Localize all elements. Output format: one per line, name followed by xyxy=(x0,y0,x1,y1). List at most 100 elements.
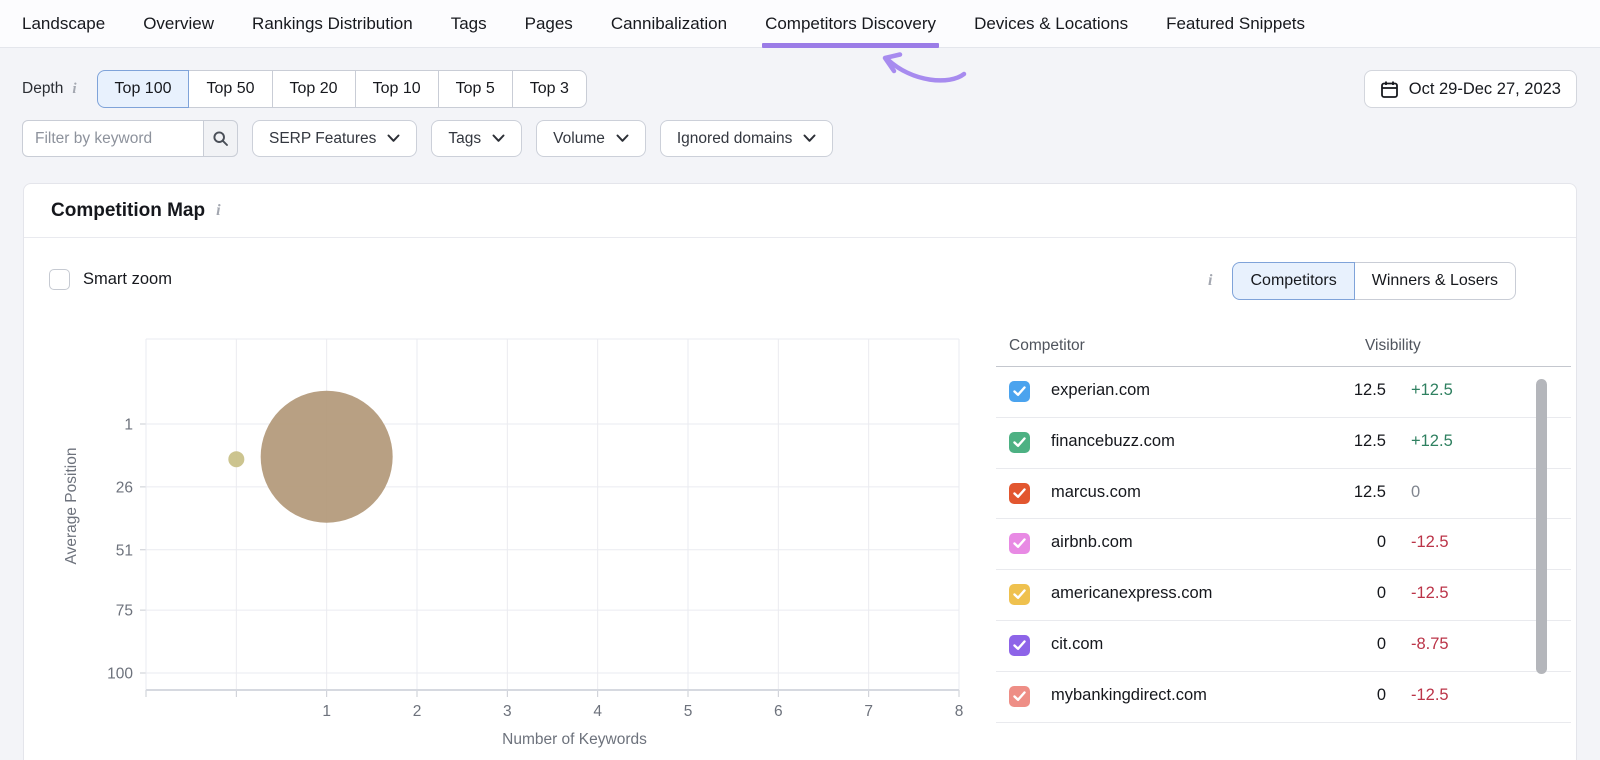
card-title: Competition Map xyxy=(51,199,206,221)
competitor-checkbox[interactable] xyxy=(1009,533,1030,555)
nav-tab-competitors-discovery[interactable]: Competitors Discovery xyxy=(762,0,940,48)
nav-tab-label: Competitors Discovery xyxy=(765,13,937,33)
x-tick-label: 4 xyxy=(593,703,602,720)
competitor-row: mybankingdirect.com 0 -12.5 xyxy=(996,672,1571,723)
chevron-down-icon xyxy=(387,134,400,142)
smart-zoom-control: Smart zoom xyxy=(49,269,172,290)
competitor-visibility-diff: -12.5 xyxy=(1411,533,1449,552)
checkmark-icon xyxy=(1013,589,1026,600)
depth-option-top-100[interactable]: Top 100 xyxy=(96,70,190,108)
competition-map-chart: 1 26 51 75 100 1 2 3 4 5 6 7 8 Number of Keywords Aver… xyxy=(24,336,989,748)
nav-tab-overview[interactable]: Overview xyxy=(143,0,214,48)
competitor-checkbox[interactable] xyxy=(1009,381,1030,402)
competitor-domain: financebuzz.com xyxy=(1051,431,1175,450)
x-axis-title: Number of Keywords xyxy=(502,731,647,748)
competitor-bubble[interactable] xyxy=(260,390,393,523)
nav-tab-featured-snippets[interactable]: Featured Snippets xyxy=(1166,0,1305,48)
view-toggle-competitors[interactable]: Competitors xyxy=(1232,262,1355,300)
competition-map-info-icon[interactable]: i xyxy=(216,202,220,220)
table-scrollbar-thumb[interactable] xyxy=(1536,379,1547,674)
depth-option-top-50[interactable]: Top 50 xyxy=(188,70,273,108)
competitor-visibility-diff: -8.75 xyxy=(1411,634,1449,653)
card-header: Competition Map i xyxy=(24,184,1576,238)
competitor-checkbox[interactable] xyxy=(1009,431,1030,453)
competitor-visibility-value: 12.5 xyxy=(1353,431,1386,450)
competitor-checkbox[interactable] xyxy=(1009,584,1030,606)
y-axis-title: Average Position xyxy=(63,448,80,565)
depth-toolbar: Depth i Top 100 Top 50 Top 20 Top 10 Top 5 To… xyxy=(22,70,1577,108)
date-range-label: Oct 29-Dec 27, 2023 xyxy=(1408,79,1561,98)
y-tick-label: 51 xyxy=(116,542,133,559)
nav-tab-pages[interactable]: Pages xyxy=(525,0,573,48)
y-tick-label: 1 xyxy=(124,417,133,434)
competitor-checkbox[interactable] xyxy=(1009,634,1030,656)
competitor-row: experian.com 12.5 +12.5 xyxy=(996,367,1571,418)
filter-dropdown-volume[interactable]: Volume xyxy=(536,120,646,157)
competitor-row: americanexpress.com 0 -12.5 xyxy=(996,570,1571,621)
filter-dropdown-tags[interactable]: Tags xyxy=(431,120,523,157)
nav-tab-label: Overview xyxy=(143,13,215,33)
filter-dropdown-label: Tags xyxy=(448,129,482,147)
filter-dropdown-serp-features[interactable]: SERP Features xyxy=(252,120,418,157)
y-tick-label: 100 xyxy=(107,666,133,683)
view-toggle-winners-losers[interactable]: Winners & Losers xyxy=(1353,262,1516,300)
competitors-table-header: Competitor Visibility xyxy=(996,329,1571,367)
date-range-button[interactable]: Oct 29-Dec 27, 2023 xyxy=(1363,70,1577,108)
competitor-domain: airbnb.com xyxy=(1051,533,1133,552)
checkmark-icon xyxy=(1013,538,1026,549)
filter-dropdown-label: Ignored domains xyxy=(676,129,793,147)
chevron-down-icon xyxy=(492,134,505,142)
competitor-bubble[interactable] xyxy=(228,451,245,468)
top-nav: Landscape Overview Rankings Distribution Ta… xyxy=(0,0,1600,48)
x-tick-label: 6 xyxy=(774,703,783,720)
nav-tab-label: Tags xyxy=(450,13,487,33)
depth-option-top-5[interactable]: Top 5 xyxy=(437,70,513,108)
competitor-domain: cit.com xyxy=(1051,634,1104,653)
nav-tab-landscape[interactable]: Landscape xyxy=(22,0,105,48)
nav-tab-label: Pages xyxy=(524,13,573,33)
nav-tab-devices-locations[interactable]: Devices & Locations xyxy=(974,0,1128,48)
view-toggle-info-icon[interactable]: i xyxy=(1208,272,1212,290)
keyword-filter-group xyxy=(22,120,238,157)
depth-label: Depth xyxy=(22,80,64,97)
competitor-row: marcus.com 12.5 0 xyxy=(996,469,1571,520)
competitor-row: financebuzz.com 12.5 +12.5 xyxy=(996,418,1571,469)
depth-option-top-20[interactable]: Top 20 xyxy=(271,70,356,108)
x-tick-label: 8 xyxy=(955,703,964,720)
competitor-domain: experian.com xyxy=(1051,381,1151,399)
search-icon xyxy=(213,131,228,146)
depth-info-icon[interactable]: i xyxy=(72,81,76,98)
x-tick-label: 3 xyxy=(503,703,512,720)
nav-tab-cannibalization[interactable]: Cannibalization xyxy=(611,0,727,48)
keyword-search-button[interactable] xyxy=(203,120,238,157)
competitor-visibility-value: 0 xyxy=(1376,533,1386,552)
competitor-visibility-diff: +12.5 xyxy=(1411,381,1453,399)
competitor-visibility-value: 0 xyxy=(1376,685,1386,704)
competitor-checkbox[interactable] xyxy=(1009,685,1030,707)
calendar-icon xyxy=(1380,81,1398,98)
nav-tab-label: Devices & Locations xyxy=(974,13,1129,33)
smart-zoom-label: Smart zoom xyxy=(83,270,172,288)
smart-zoom-checkbox[interactable] xyxy=(49,269,70,290)
depth-option-top-3[interactable]: Top 3 xyxy=(511,70,587,108)
keyword-filter-input[interactable] xyxy=(22,120,204,157)
nav-tab-label: Featured Snippets xyxy=(1166,13,1306,33)
x-tick-label: 7 xyxy=(864,703,873,720)
competitor-row: cit.com 0 -8.75 xyxy=(996,621,1571,672)
column-header-competitor: Competitor xyxy=(1009,337,1085,354)
filter-dropdown-label: SERP Features xyxy=(269,129,377,147)
nav-tab-tags[interactable]: Tags xyxy=(451,0,487,48)
competitor-domain: mybankingdirect.com xyxy=(1051,685,1207,704)
competitor-checkbox[interactable] xyxy=(1009,482,1030,504)
chevron-down-icon xyxy=(616,134,629,142)
competitors-panel: Competitor Visibility experian.com 12.5 +1… xyxy=(996,329,1571,733)
checkmark-icon xyxy=(1013,437,1026,447)
checkmark-icon xyxy=(1013,487,1026,498)
nav-tab-rankings-distribution[interactable]: Rankings Distribution xyxy=(252,0,413,48)
y-tick-label: 75 xyxy=(116,603,133,620)
competition-map-card: Competition Map i Smart zoom i Competito… xyxy=(23,183,1577,760)
nav-tab-label: Cannibalization xyxy=(610,13,728,33)
filter-dropdown-ignored-domains[interactable]: Ignored domains xyxy=(659,120,834,157)
competitor-visibility-diff: +12.5 xyxy=(1411,431,1453,450)
depth-option-top-10[interactable]: Top 10 xyxy=(354,70,439,108)
